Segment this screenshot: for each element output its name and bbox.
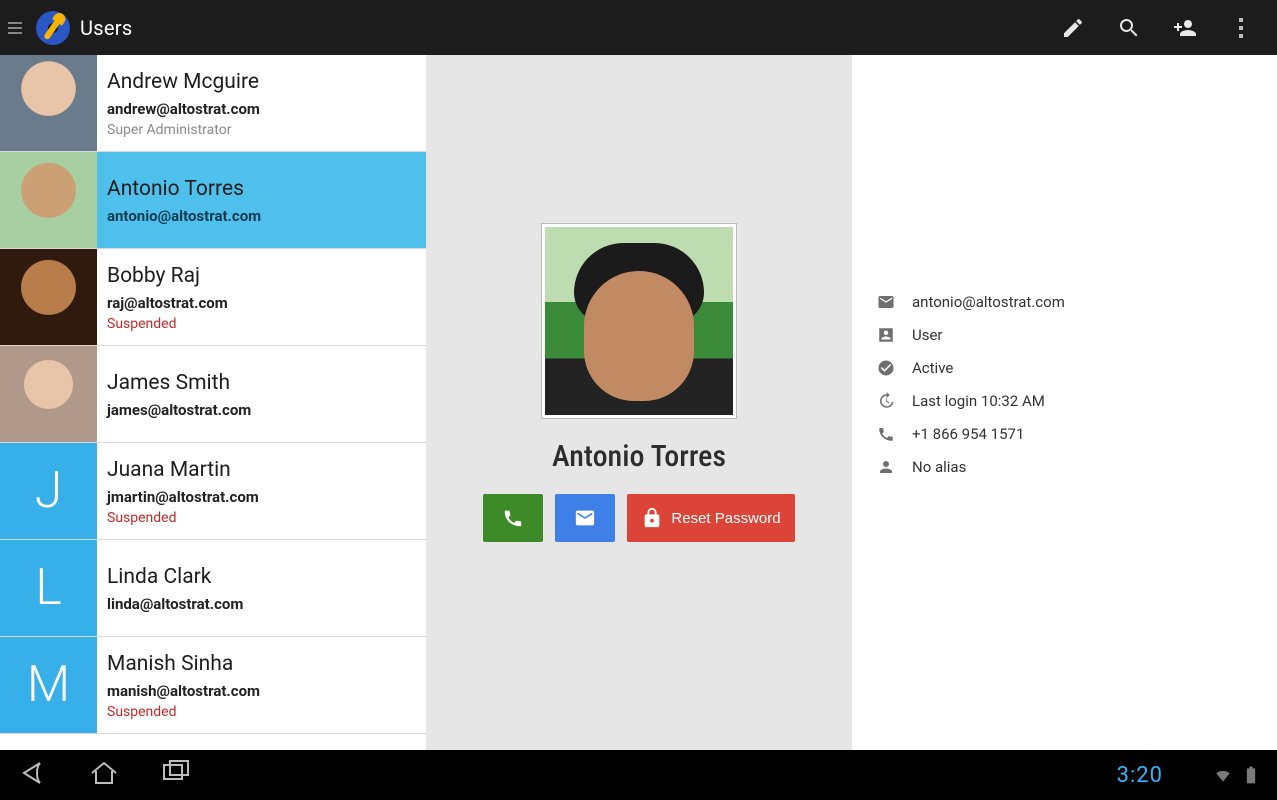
page-title: Users: [80, 16, 133, 40]
overflow-button[interactable]: [1213, 0, 1269, 55]
user-email: raj@altostrat.com: [107, 294, 416, 312]
user-name: Antonio Torres: [107, 177, 416, 202]
detail-user-name: Antonio Torres: [552, 439, 726, 474]
phone-icon: [876, 425, 896, 443]
battery-icon: [1241, 765, 1261, 785]
user-name: Juana Martin: [107, 458, 416, 483]
wifi-icon: [1213, 765, 1233, 785]
user-list[interactable]: Andrew Mcguire andrew@altostrat.com Super …: [0, 55, 426, 750]
user-name: Manish Sinha: [107, 652, 416, 677]
person-add-icon: [1173, 16, 1197, 40]
reset-password-button[interactable]: Reset Password: [627, 494, 794, 542]
user-row[interactable]: M Manish Sinha manish@altostrat.com Suspend…: [0, 637, 426, 734]
meta-email: antonio@altostrat.com: [912, 293, 1065, 311]
meta-status-row: Active: [876, 351, 1253, 384]
edit-button[interactable]: [1045, 0, 1101, 55]
user-status: Suspended: [107, 510, 416, 526]
avatar-photo: [0, 55, 97, 151]
meta-email-row: antonio@altostrat.com: [876, 285, 1253, 318]
avatar-photo: [0, 249, 97, 345]
search-icon: [1117, 16, 1141, 40]
history-icon: [876, 392, 896, 410]
meta-phone-row: +1 866 954 1571: [876, 417, 1253, 450]
back-button[interactable]: [16, 757, 48, 793]
email-icon: [876, 293, 896, 311]
user-row[interactable]: James Smith james@altostrat.com: [0, 346, 426, 443]
meta-role: User: [912, 326, 943, 344]
user-email: antonio@altostrat.com: [107, 207, 416, 225]
search-button[interactable]: [1101, 0, 1157, 55]
lock-icon: [641, 507, 663, 529]
system-nav-bar: 3:20: [0, 750, 1277, 800]
user-row[interactable]: Bobby Raj raj@altostrat.com Suspended: [0, 249, 426, 346]
recents-icon: [160, 757, 192, 789]
user-row-info: Antonio Torres antonio@altostrat.com: [97, 152, 426, 248]
user-meta-pane: antonio@altostrat.com User Active Last l…: [852, 55, 1277, 750]
drawer-icon[interactable]: [8, 22, 22, 34]
content-area: Andrew Mcguire andrew@altostrat.com Super …: [0, 55, 1277, 750]
action-bar: Users: [0, 0, 1277, 55]
user-row-info: Manish Sinha manish@altostrat.com Suspende…: [97, 637, 426, 733]
user-row-info: Juana Martin jmartin@altostrat.com Suspend…: [97, 443, 426, 539]
user-role: Super Administrator: [107, 122, 416, 138]
user-row[interactable]: Antonio Torres antonio@altostrat.com: [0, 152, 426, 249]
user-email: manish@altostrat.com: [107, 682, 416, 700]
recents-button[interactable]: [160, 757, 192, 793]
avatar-photo: [0, 152, 97, 248]
user-row[interactable]: J Juana Martin jmartin@altostrat.com Suspen…: [0, 443, 426, 540]
reset-password-label: Reset Password: [671, 510, 780, 527]
app-logo-icon[interactable]: [36, 11, 70, 45]
user-row-info: Bobby Raj raj@altostrat.com Suspended: [97, 249, 426, 345]
user-name: Bobby Raj: [107, 264, 416, 289]
meta-lastlogin: Last login 10:32 AM: [912, 392, 1045, 410]
avatar-photo: [0, 346, 97, 442]
avatar-letter: M: [0, 637, 97, 733]
user-row[interactable]: L Linda Clark linda@altostrat.com: [0, 540, 426, 637]
avatar-letter: L: [0, 540, 97, 636]
check-circle-icon: [876, 359, 896, 377]
status-icons[interactable]: [1213, 765, 1261, 785]
email-icon: [574, 507, 596, 529]
meta-alias: No alias: [912, 458, 966, 476]
meta-lastlogin-row: Last login 10:32 AM: [876, 384, 1253, 417]
avatar-letter: J: [0, 443, 97, 539]
user-name: James Smith: [107, 371, 416, 396]
user-portrait: [541, 223, 737, 419]
user-row-info: Andrew Mcguire andrew@altostrat.com Super …: [97, 55, 426, 151]
home-icon: [88, 757, 120, 789]
user-row-info: Linda Clark linda@altostrat.com: [97, 540, 426, 636]
user-status: Suspended: [107, 704, 416, 720]
user-row-info: James Smith james@altostrat.com: [97, 346, 426, 442]
meta-phone: +1 866 954 1571: [912, 425, 1024, 443]
user-email: jmartin@altostrat.com: [107, 488, 416, 506]
user-email: andrew@altostrat.com: [107, 100, 416, 118]
call-button[interactable]: [483, 494, 543, 542]
meta-role-row: User: [876, 318, 1253, 351]
back-icon: [16, 757, 48, 789]
overflow-icon: [1239, 18, 1243, 38]
email-button[interactable]: [555, 494, 615, 542]
user-detail-pane: Antonio Torres Reset Password: [426, 55, 852, 750]
user-name: Linda Clark: [107, 565, 416, 590]
user-email: linda@altostrat.com: [107, 595, 416, 613]
add-user-button[interactable]: [1157, 0, 1213, 55]
status-clock[interactable]: 3:20: [1117, 763, 1163, 788]
user-status: Suspended: [107, 316, 416, 332]
meta-alias-row: No alias: [876, 450, 1253, 483]
user-name: Andrew Mcguire: [107, 70, 416, 95]
person-box-icon: [876, 326, 896, 344]
user-email: james@altostrat.com: [107, 401, 416, 419]
meta-status: Active: [912, 359, 953, 377]
person-icon: [876, 458, 896, 476]
pencil-icon: [1061, 16, 1085, 40]
user-row[interactable]: Andrew Mcguire andrew@altostrat.com Super …: [0, 55, 426, 152]
phone-icon: [502, 507, 524, 529]
home-button[interactable]: [88, 757, 120, 793]
